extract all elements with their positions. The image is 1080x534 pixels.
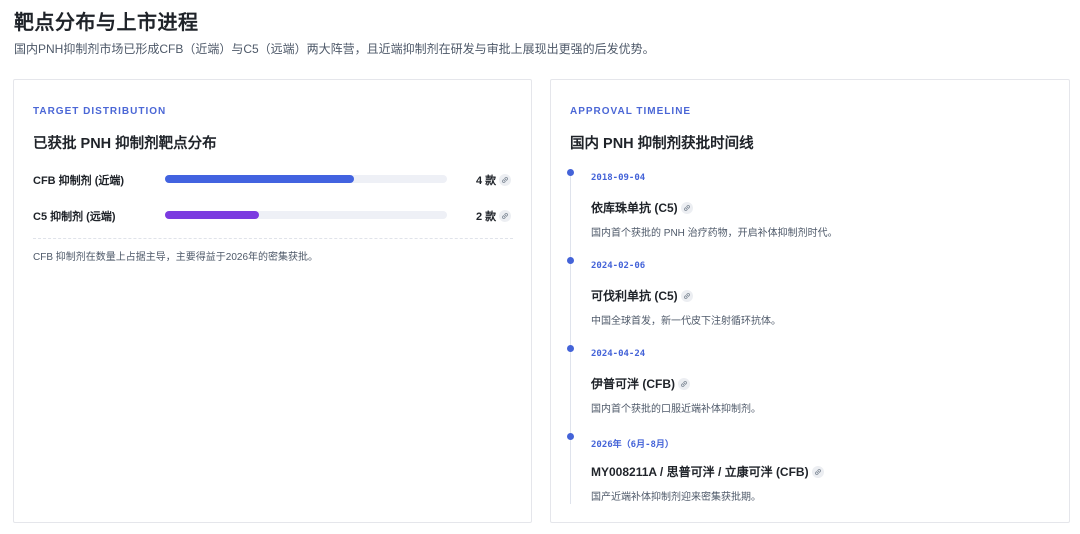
timeline-date: 2026年（6月-8月） — [591, 440, 674, 450]
approval-timeline-card: APPROVAL TIMELINE 国内 PNH 抑制剂获批时间线 2018-0… — [550, 79, 1070, 523]
timeline-description: 国内首个获批的口服近端补体抑制剂。 — [591, 404, 761, 415]
timeline-item: 2024-02-06 可伐利单抗 (C5) 中国全球首发，新一代皮下注射循环抗体… — [551, 257, 1051, 337]
drug-name-text: 伊普可泮 (CFB) — [591, 377, 675, 391]
timeline-drug-name: 可伐利单抗 (C5) — [591, 287, 693, 304]
bar-fill-cfb — [165, 175, 354, 183]
link-icon[interactable] — [680, 202, 693, 214]
bar-label: CFB 抑制剂 (近端) — [33, 175, 125, 187]
timeline-drug-name: 依库珠单抗 (C5) — [591, 199, 693, 216]
timeline-title: 国内 PNH 抑制剂获批时间线 — [570, 136, 754, 152]
timeline-item: 2026年（6月-8月） MY008211A / 思普可泮 / 立康可泮 (CF… — [551, 433, 1051, 513]
timeline-drug-name: 伊普可泮 (CFB) — [591, 375, 690, 392]
page-title: 靶点分布与上市进程 — [14, 12, 199, 34]
link-icon[interactable] — [811, 466, 824, 478]
target-distribution-card: TARGET DISTRIBUTION 已获批 PNH 抑制剂靶点分布 CFB … — [13, 79, 532, 523]
timeline-dot — [567, 257, 574, 264]
bar-row-c5: C5 抑制剂 (远端) 2 款 — [33, 206, 513, 224]
distribution-eyebrow: TARGET DISTRIBUTION — [33, 106, 167, 117]
link-icon[interactable] — [680, 290, 693, 302]
timeline-item: 2024-04-24 伊普可泮 (CFB) 国内首个获批的口服近端补体抑制剂。 — [551, 345, 1051, 425]
bar-count: 4 款 — [476, 172, 512, 188]
timeline-item: 2018-09-04 依库珠单抗 (C5) 国内首个获批的 PNH 治疗药物，开… — [551, 169, 1051, 249]
timeline-eyebrow: APPROVAL TIMELINE — [570, 106, 692, 117]
timeline-drug-name: MY008211A / 思普可泮 / 立康可泮 (CFB) — [591, 463, 824, 480]
bar-count-text: 4 款 — [476, 175, 497, 187]
timeline-date: 2024-02-06 — [591, 261, 646, 271]
timeline-date: 2024-04-24 — [591, 349, 646, 359]
drug-name-text: 依库珠单抗 (C5) — [591, 201, 678, 215]
timeline-dot — [567, 169, 574, 176]
link-icon[interactable] — [678, 378, 690, 390]
page-subtitle: 国内PNH抑制剂市场已形成CFB（近端）与C5（远端）两大阵营，且近端抑制剂在研… — [14, 42, 655, 56]
divider — [33, 238, 513, 239]
drug-name-text: 可伐利单抗 (C5) — [591, 289, 678, 303]
timeline-description: 国内首个获批的 PNH 治疗药物，开启补体抑制剂时代。 — [591, 228, 838, 239]
timeline-description: 中国全球首发，新一代皮下注射循环抗体。 — [591, 316, 781, 327]
timeline-description: 国产近端补体抑制剂迎来密集获批期。 — [591, 492, 761, 503]
link-icon[interactable] — [499, 210, 512, 222]
timeline-date: 2018-09-04 — [591, 173, 646, 183]
timeline-dot — [567, 345, 574, 352]
timeline-dot — [567, 433, 574, 440]
bar-count-text: 2 款 — [476, 211, 497, 223]
link-icon[interactable] — [499, 174, 512, 186]
distribution-title: 已获批 PNH 抑制剂靶点分布 — [33, 136, 217, 152]
drug-name-text: MY008211A / 思普可泮 / 立康可泮 (CFB) — [591, 465, 809, 479]
bar-fill-c5 — [165, 211, 260, 219]
bar-label: C5 抑制剂 (远端) — [33, 211, 116, 223]
bar-count: 2 款 — [476, 208, 512, 224]
bar-row-cfb: CFB 抑制剂 (近端) 4 款 — [33, 170, 513, 188]
distribution-note: CFB 抑制剂在数量上占据主导，主要得益于2026年的密集获批。 — [33, 252, 319, 263]
bar-track — [165, 175, 447, 183]
bar-track — [165, 211, 447, 219]
